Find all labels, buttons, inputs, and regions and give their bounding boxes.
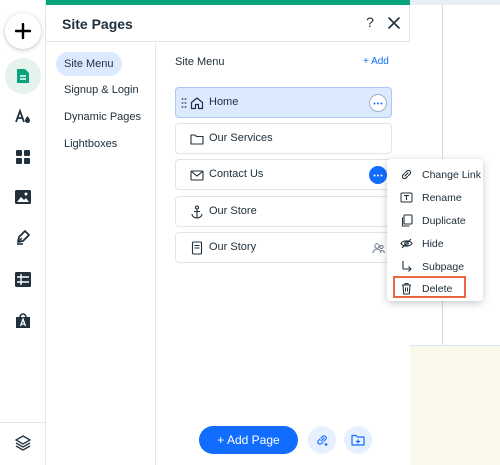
drag-handle-icon[interactable] [181,97,187,109]
canvas-top-strip [410,0,500,5]
folder-icon [190,134,204,145]
mail-icon [190,170,204,181]
page-label: Our Story [209,241,257,253]
page-item-our-story[interactable]: Our Story [175,232,392,263]
add-folder-button[interactable] [344,426,372,454]
page-item-our-store[interactable]: Our Store [175,196,392,227]
page-icon [191,241,203,255]
subpage-icon [402,261,412,272]
nav-item-dynamic-pages[interactable]: Dynamic Pages [56,105,149,129]
list-title: Site Menu [175,56,225,68]
folder-plus-icon [350,434,365,446]
theme-button[interactable] [5,99,41,135]
page-more-button-active[interactable] [369,166,387,184]
store-button[interactable] [5,303,41,339]
menu-item-subpage[interactable]: Subpage [387,256,483,278]
add-elements-button[interactable] [5,13,41,49]
hide-icon [400,238,413,249]
theme-icon [15,108,30,123]
nav-item-site-menu[interactable]: Site Menu [56,52,122,76]
help-icon[interactable]: ? [362,14,378,32]
panel-title: Site Pages [62,16,133,32]
delete-highlight-box [393,276,466,298]
pages-button[interactable] [5,58,41,94]
layers-button[interactable] [5,425,41,461]
members-icon [372,243,385,254]
add-link-button[interactable] [308,426,336,454]
nav-item-lightboxes[interactable]: Lightboxes [56,132,125,156]
pages-icon [17,69,29,83]
media-button[interactable] [5,179,41,215]
close-icon[interactable] [387,16,401,30]
link-icon [401,169,412,180]
page-item-our-services[interactable]: Our Services [175,123,392,154]
site-pages-panel: Site Pages ? Site Menu Signup & Login Dy… [46,0,410,465]
blog-button[interactable] [5,219,41,255]
add-page-button[interactable]: + Add Page [199,426,298,454]
apps-button[interactable] [5,139,41,175]
page-label: Home [209,96,239,108]
rename-icon [400,192,413,203]
left-toolbar [0,0,46,465]
layers-icon [15,435,31,451]
anchor-icon [191,205,203,219]
page-label: Our Services [209,132,273,144]
menu-item-label: Change Link [422,169,481,181]
page-item-home[interactable]: Home [175,87,392,118]
home-icon [190,97,204,110]
table-icon [15,271,31,287]
menu-item-change-link[interactable]: Change Link [387,164,483,186]
menu-item-label: Subpage [422,261,465,273]
page-list-area: Site Menu + Add Home Our Services Contac… [157,43,410,465]
page-label: Our Store [209,205,257,217]
cms-button[interactable] [5,261,41,297]
panel-header: Site Pages ? [46,5,410,42]
canvas-section [410,346,500,465]
panel-nav: Site Menu Signup & Login Dynamic Pages L… [46,43,156,465]
menu-item-label: Hide [422,238,444,250]
menu-item-label: Duplicate [422,215,466,227]
more-icon [373,102,383,104]
link-plus-icon [317,435,328,446]
menu-item-rename[interactable]: Rename [387,187,483,209]
add-icon [15,23,31,39]
toolbar-divider [0,422,46,423]
more-icon [373,174,383,176]
menu-item-duplicate[interactable]: Duplicate [387,210,483,232]
media-icon [15,190,31,204]
menu-item-label: Rename [422,192,462,204]
pen-icon [17,230,30,245]
duplicate-icon [401,214,413,227]
page-item-contact-us[interactable]: Contact Us [175,159,392,190]
menu-item-hide[interactable]: Hide [387,233,483,255]
store-icon [16,313,30,328]
add-page-link[interactable]: + Add [363,56,389,67]
nav-item-signup-login[interactable]: Signup & Login [56,78,147,102]
page-label: Contact Us [209,168,264,180]
apps-icon [16,150,30,164]
page-more-button[interactable] [369,94,387,112]
